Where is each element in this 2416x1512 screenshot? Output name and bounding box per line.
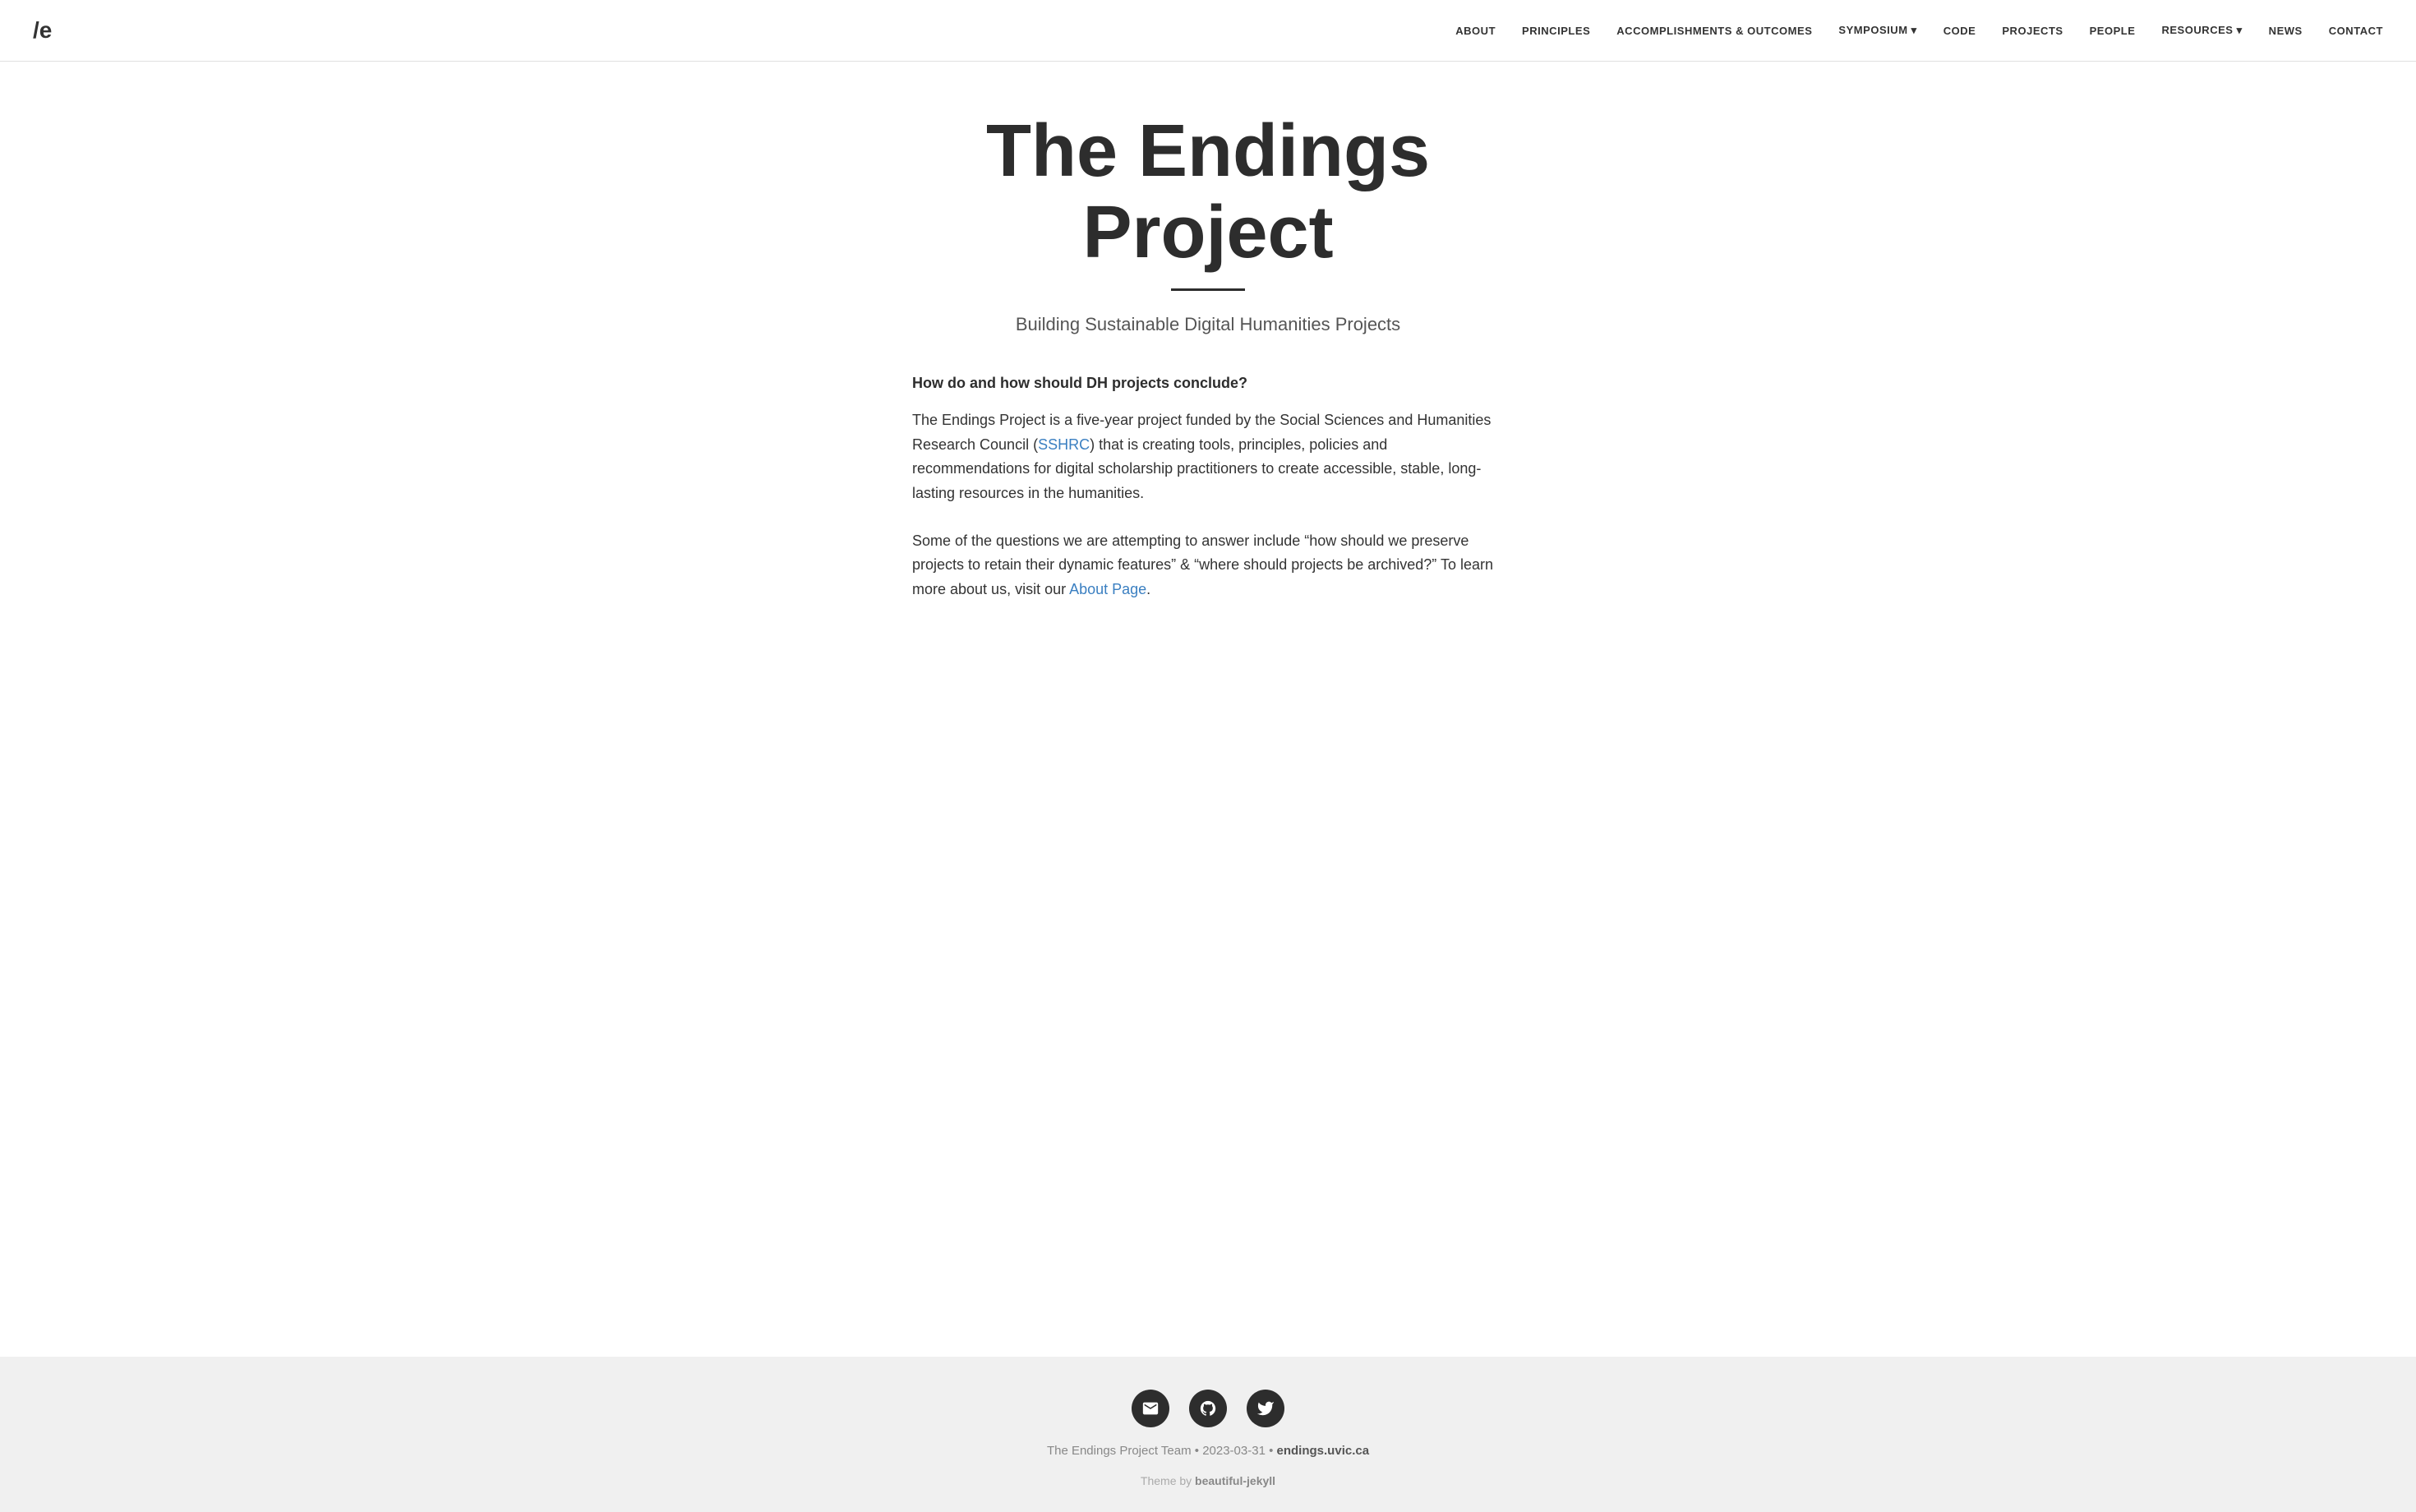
footer-meta: The Endings Project Team • 2023-03-31 • … (1047, 1444, 1369, 1458)
content-body: How do and how should DH projects conclu… (912, 375, 1504, 625)
main-content: The Endings Project Building Sustainable… (0, 62, 2416, 1357)
github-icon-link[interactable] (1189, 1390, 1227, 1427)
main-nav: ABOUT PRINCIPLES ACCOMPLISHMENTS & OUTCO… (1455, 24, 2383, 37)
footer-theme: Theme by beautiful-jekyll (1141, 1474, 1275, 1487)
twitter-icon (1256, 1399, 1275, 1418)
footer-icons (1132, 1390, 1284, 1427)
github-icon (1199, 1399, 1217, 1418)
paragraph-2: Some of the questions we are attempting … (912, 529, 1504, 602)
nav-about[interactable]: ABOUT (1455, 25, 1496, 37)
page-subtitle: Building Sustainable Digital Humanities … (1016, 314, 1400, 335)
page-title: The Endings Project (986, 111, 1430, 274)
paragraph-2-text-after: . (1146, 581, 1150, 597)
footer-domain: endings.uvic.ca (1277, 1444, 1370, 1458)
about-page-link[interactable]: About Page (1069, 581, 1146, 597)
nav-projects[interactable]: PROJECTS (2002, 25, 2063, 37)
footer-team: The Endings Project Team (1047, 1444, 1192, 1458)
nav-accomplishments[interactable]: ACCOMPLISHMENTS & OUTCOMES (1616, 25, 1812, 37)
title-divider (1171, 288, 1245, 291)
footer-theme-label: Theme by (1141, 1474, 1192, 1487)
nav-contact[interactable]: CONTACT (2329, 25, 2383, 37)
nav-resources[interactable]: RESOURCES ▾ (2161, 24, 2242, 37)
site-logo[interactable]: /e (33, 17, 52, 44)
nav-principles[interactable]: PRINCIPLES (1522, 25, 1590, 37)
nav-code[interactable]: CODE (1943, 25, 1976, 37)
footer-theme-name: beautiful-jekyll (1195, 1474, 1275, 1487)
email-icon (1141, 1399, 1160, 1418)
sshrc-link[interactable]: SSHRC (1038, 436, 1090, 453)
question-heading: How do and how should DH projects conclu… (912, 375, 1504, 392)
site-footer: The Endings Project Team • 2023-03-31 • … (0, 1357, 2416, 1512)
site-header: /e ABOUT PRINCIPLES ACCOMPLISHMENTS & OU… (0, 0, 2416, 62)
nav-symposium[interactable]: SYMPOSIUM ▾ (1838, 24, 1916, 37)
footer-date: 2023-03-31 (1202, 1444, 1266, 1458)
twitter-icon-link[interactable] (1247, 1390, 1284, 1427)
paragraph-1: The Endings Project is a five-year proje… (912, 408, 1504, 506)
nav-people[interactable]: PEOPLE (2090, 25, 2136, 37)
email-icon-link[interactable] (1132, 1390, 1169, 1427)
paragraph-2-text-before: Some of the questions we are attempting … (912, 532, 1493, 597)
nav-news[interactable]: NEWS (2269, 25, 2303, 37)
